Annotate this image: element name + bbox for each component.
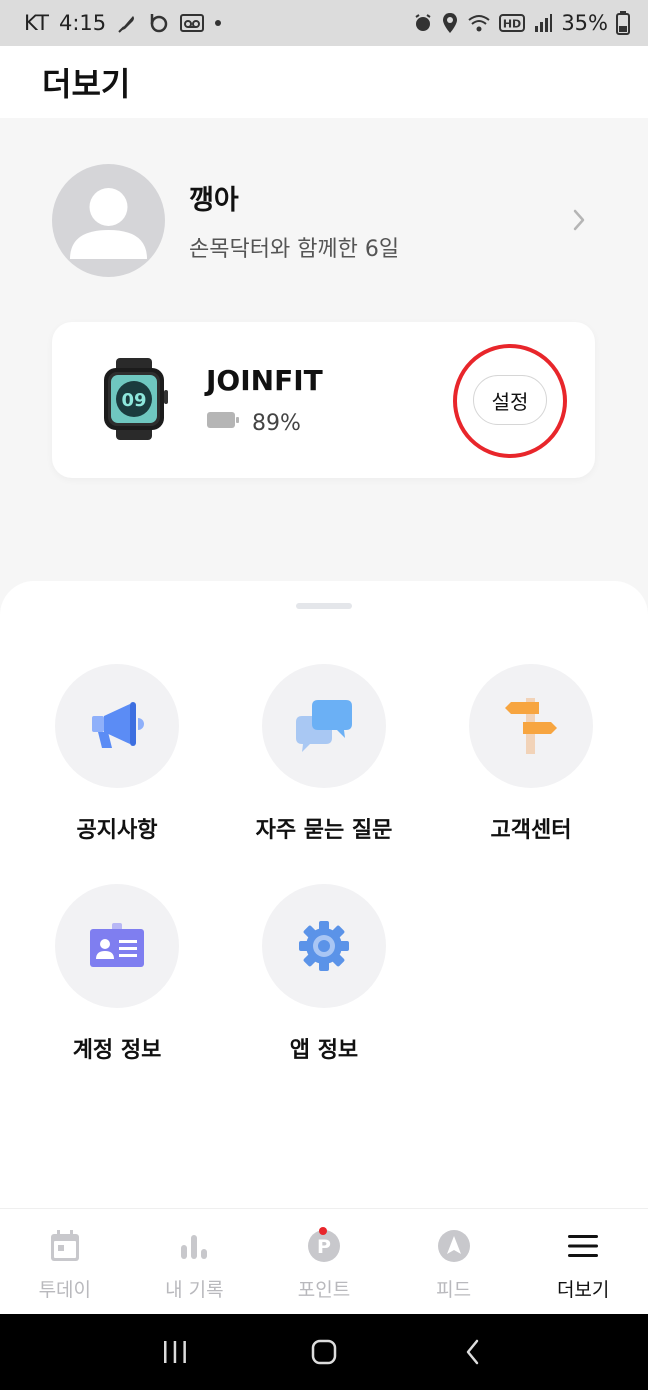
- nav-tab-feed[interactable]: 피드: [389, 1209, 519, 1314]
- menu-label-customer-center: 고객센터: [490, 818, 572, 843]
- hd-icon: HD: [499, 14, 526, 32]
- back-button[interactable]: [443, 1322, 503, 1382]
- svg-text:HD: HD: [503, 18, 521, 31]
- signal-icon: [533, 13, 553, 33]
- recent-apps-button[interactable]: [145, 1322, 205, 1382]
- sheet-handle[interactable]: [296, 603, 352, 609]
- chevron-right-icon: [572, 208, 586, 236]
- device-battery-row: 89%: [206, 410, 301, 436]
- nav-tab-my-records[interactable]: 내 기록: [130, 1209, 260, 1314]
- more-screen: KT 4:15 HD 35% 더보기 깽아 손목닥터와 함께한 6일 09 JO…: [0, 0, 648, 1390]
- status-bar: KT 4:15 HD 35%: [0, 0, 648, 46]
- menu-item-app-info[interactable]: 앱 정보: [221, 884, 427, 1064]
- recent-apps-icon: [163, 1341, 186, 1363]
- nav-tab-today[interactable]: 투데이: [0, 1209, 130, 1314]
- chat-bubbles-icon: [262, 664, 386, 788]
- battery-icon: [616, 11, 630, 35]
- wifi-icon: [467, 13, 491, 33]
- calendar-icon: [50, 1229, 80, 1263]
- device-card: 09 JOINFIT 89% 설정: [52, 322, 595, 478]
- menu-label-app-info: 앱 정보: [289, 1038, 359, 1063]
- id-card-icon: [55, 884, 179, 1008]
- device-battery-icon: [206, 410, 240, 436]
- dot-icon: [214, 19, 222, 27]
- menu-item-faq[interactable]: 자주 묻는 질문: [221, 664, 427, 844]
- voicemail-icon: [180, 13, 205, 33]
- home-button[interactable]: [294, 1322, 354, 1382]
- nav-tab-points[interactable]: P 포인트: [259, 1209, 389, 1314]
- svg-text:P: P: [317, 1236, 331, 1258]
- profile-row[interactable]: 깽아 손목닥터와 함께한 6일: [0, 150, 648, 290]
- nav-label-more: 더보기: [556, 1279, 610, 1301]
- nav-label-feed: 피드: [436, 1279, 472, 1301]
- menu-item-customer-center[interactable]: 고객센터: [428, 664, 634, 844]
- megaphone-icon: [55, 664, 179, 788]
- nav-label-my-records: 내 기록: [165, 1279, 224, 1301]
- battery-percent-label: 35%: [561, 11, 608, 35]
- page-header: 더보기: [0, 46, 648, 118]
- status-left: KT 4:15: [24, 11, 222, 35]
- home-icon: [311, 1339, 337, 1365]
- smartwatch-image: 09: [102, 358, 182, 444]
- gear-icon: [262, 884, 386, 1008]
- nav-label-today: 투데이: [38, 1279, 92, 1301]
- notification-badge: [318, 1227, 327, 1235]
- status-right: HD 35%: [413, 11, 630, 35]
- menu-item-notices[interactable]: 공지사항: [14, 664, 220, 844]
- avatar: [52, 163, 165, 277]
- feather-icon: [116, 12, 138, 34]
- menu-label-faq: 자주 묻는 질문: [255, 818, 393, 843]
- menu-sheet: 공지사항 자주 묻는 질문 고객센터 계정 정보 앱 정보: [0, 581, 648, 1208]
- menu-icon: [567, 1229, 599, 1263]
- b-app-icon: [148, 12, 170, 34]
- back-icon: [467, 1339, 479, 1365]
- menu-item-account-info[interactable]: 계정 정보: [14, 884, 220, 1064]
- bar-chart-icon: [179, 1229, 209, 1263]
- nav-label-points: 포인트: [297, 1279, 351, 1301]
- location-icon: [441, 12, 459, 34]
- bottom-nav: 투데이 내 기록 P 포인트 피드 더보기: [0, 1208, 648, 1314]
- device-battery-label: 89%: [252, 410, 301, 436]
- nav-tab-more[interactable]: 더보기: [518, 1209, 648, 1314]
- profile-text: 깽아 손목닥터와 함께한 6일: [189, 178, 399, 263]
- page-title: 더보기: [42, 65, 131, 103]
- device-name: JOINFIT: [206, 364, 323, 397]
- menu-label-notices: 공지사항: [76, 818, 158, 843]
- compass-icon: [437, 1229, 471, 1263]
- system-nav-bar: [0, 1314, 648, 1390]
- device-settings-button[interactable]: 설정: [473, 375, 547, 425]
- person-icon: [70, 187, 147, 259]
- signpost-icon: [469, 664, 593, 788]
- clock-label: 4:15: [58, 11, 107, 35]
- profile-subtitle: 손목닥터와 함께한 6일: [189, 236, 400, 262]
- watch-face-time: 09: [121, 390, 146, 411]
- carrier-label: KT: [24, 11, 49, 35]
- alarm-icon: [413, 13, 433, 33]
- menu-label-account-info: 계정 정보: [72, 1038, 162, 1063]
- profile-name: 깽아: [189, 184, 239, 216]
